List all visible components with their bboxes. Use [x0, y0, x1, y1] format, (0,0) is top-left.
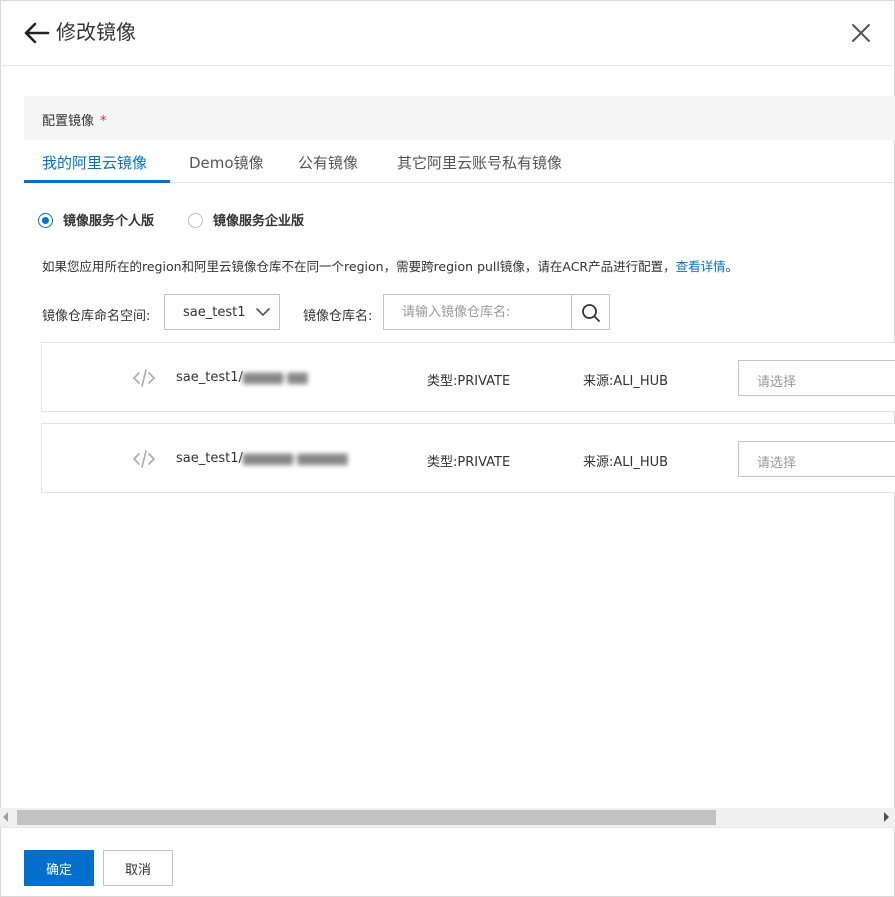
repo-name: sae_test1/▆▆▆▆▆-▆▆▆▆▆	[176, 451, 348, 466]
version-select[interactable]: 请选择	[738, 441, 895, 477]
image-source-tabs: 我的阿里云镜像 Demo镜像 公有镜像 其它阿里云账号私有镜像	[24, 142, 895, 183]
tab-demo-images[interactable]: Demo镜像	[189, 152, 264, 173]
scrollbar-thumb[interactable]	[17, 810, 716, 825]
section-label: 配置镜像 *	[42, 110, 107, 129]
tab-other-account-private-images[interactable]: 其它阿里云账号私有镜像	[397, 152, 562, 173]
chevron-down-icon	[256, 308, 270, 316]
repo-filter-row: 镜像仓库命名空间: sae_test1 镜像仓库名:	[0, 294, 895, 332]
radio-checked-indicator	[38, 213, 53, 228]
repo-name-input[interactable]	[383, 294, 572, 330]
repo-type: 类型:PRIVATE	[427, 374, 511, 389]
radio-enterprise-edition-label: 镜像服务企业版	[213, 214, 305, 229]
close-button[interactable]	[848, 20, 874, 46]
repo-source: 来源:ALI_HUB	[583, 455, 669, 470]
tab-public-images[interactable]: 公有镜像	[298, 152, 358, 173]
radio-unchecked-indicator	[188, 213, 203, 228]
close-icon	[852, 24, 870, 42]
repo-name-label: 镜像仓库名:	[303, 309, 373, 324]
scroll-left-arrow-icon[interactable]	[3, 812, 8, 822]
config-image-section: 配置镜像 *	[24, 96, 895, 140]
tab-my-aliyun-images[interactable]: 我的阿里云镜像	[42, 152, 147, 173]
code-icon	[133, 450, 155, 468]
radio-personal-edition-label: 镜像服务个人版	[63, 214, 155, 229]
cross-region-notice: 如果您应用所在的region和阿里云镜像仓库不在同一个region，需要跨reg…	[42, 256, 738, 275]
dialog-header: 修改镜像	[0, 0, 895, 66]
version-select-placeholder: 请选择	[757, 375, 797, 390]
notice-end: 。	[725, 259, 739, 274]
back-button[interactable]	[22, 20, 50, 46]
confirm-button[interactable]: 确定	[24, 850, 94, 886]
repo-name-redacted: ▆▆▆▆▆-▆▆▆▆▆	[242, 451, 348, 466]
version-select-placeholder: 请选择	[757, 456, 797, 471]
dialog-footer: 确定 取消	[0, 827, 895, 897]
horizontal-scrollbar[interactable]	[0, 808, 895, 827]
cancel-button[interactable]: 取消	[103, 850, 173, 886]
repo-type: 类型:PRIVATE	[427, 455, 511, 470]
radio-personal-edition[interactable]: 镜像服务个人版	[38, 210, 154, 229]
namespace-select[interactable]: sae_test1	[164, 294, 280, 330]
repo-name-redacted: ▆▆▆▆-▆▆	[242, 370, 308, 385]
search-icon	[582, 304, 600, 322]
scroll-right-arrow-icon[interactable]	[884, 812, 889, 822]
active-tab-indicator	[24, 180, 170, 183]
repo-namespace-prefix: sae_test1/	[176, 370, 243, 385]
code-icon	[133, 369, 155, 387]
search-button[interactable]	[571, 294, 610, 330]
namespace-label: 镜像仓库命名空间:	[42, 309, 151, 324]
notice-text: 如果您应用所在的region和阿里云镜像仓库不在同一个region，需要跨reg…	[42, 259, 676, 274]
section-label-text: 配置镜像	[42, 114, 95, 129]
version-select[interactable]: 请选择	[738, 360, 895, 396]
view-details-link[interactable]: 查看详情	[676, 259, 726, 274]
arrow-left-icon	[24, 22, 50, 44]
list-item: sae_test1/▆▆▆▆▆-▆▆▆▆▆ 类型:PRIVATE 来源:ALI_…	[41, 423, 895, 493]
namespace-select-value: sae_test1	[183, 305, 246, 320]
required-mark: *	[100, 114, 107, 129]
page-title: 修改镜像	[56, 20, 136, 44]
repo-name: sae_test1/▆▆▆▆-▆▆	[176, 370, 308, 385]
repo-source: 来源:ALI_HUB	[583, 374, 669, 389]
repo-namespace-prefix: sae_test1/	[176, 451, 243, 466]
list-item: sae_test1/▆▆▆▆-▆▆ 类型:PRIVATE 来源:ALI_HUB …	[41, 342, 895, 412]
radio-enterprise-edition[interactable]: 镜像服务企业版	[188, 210, 304, 229]
